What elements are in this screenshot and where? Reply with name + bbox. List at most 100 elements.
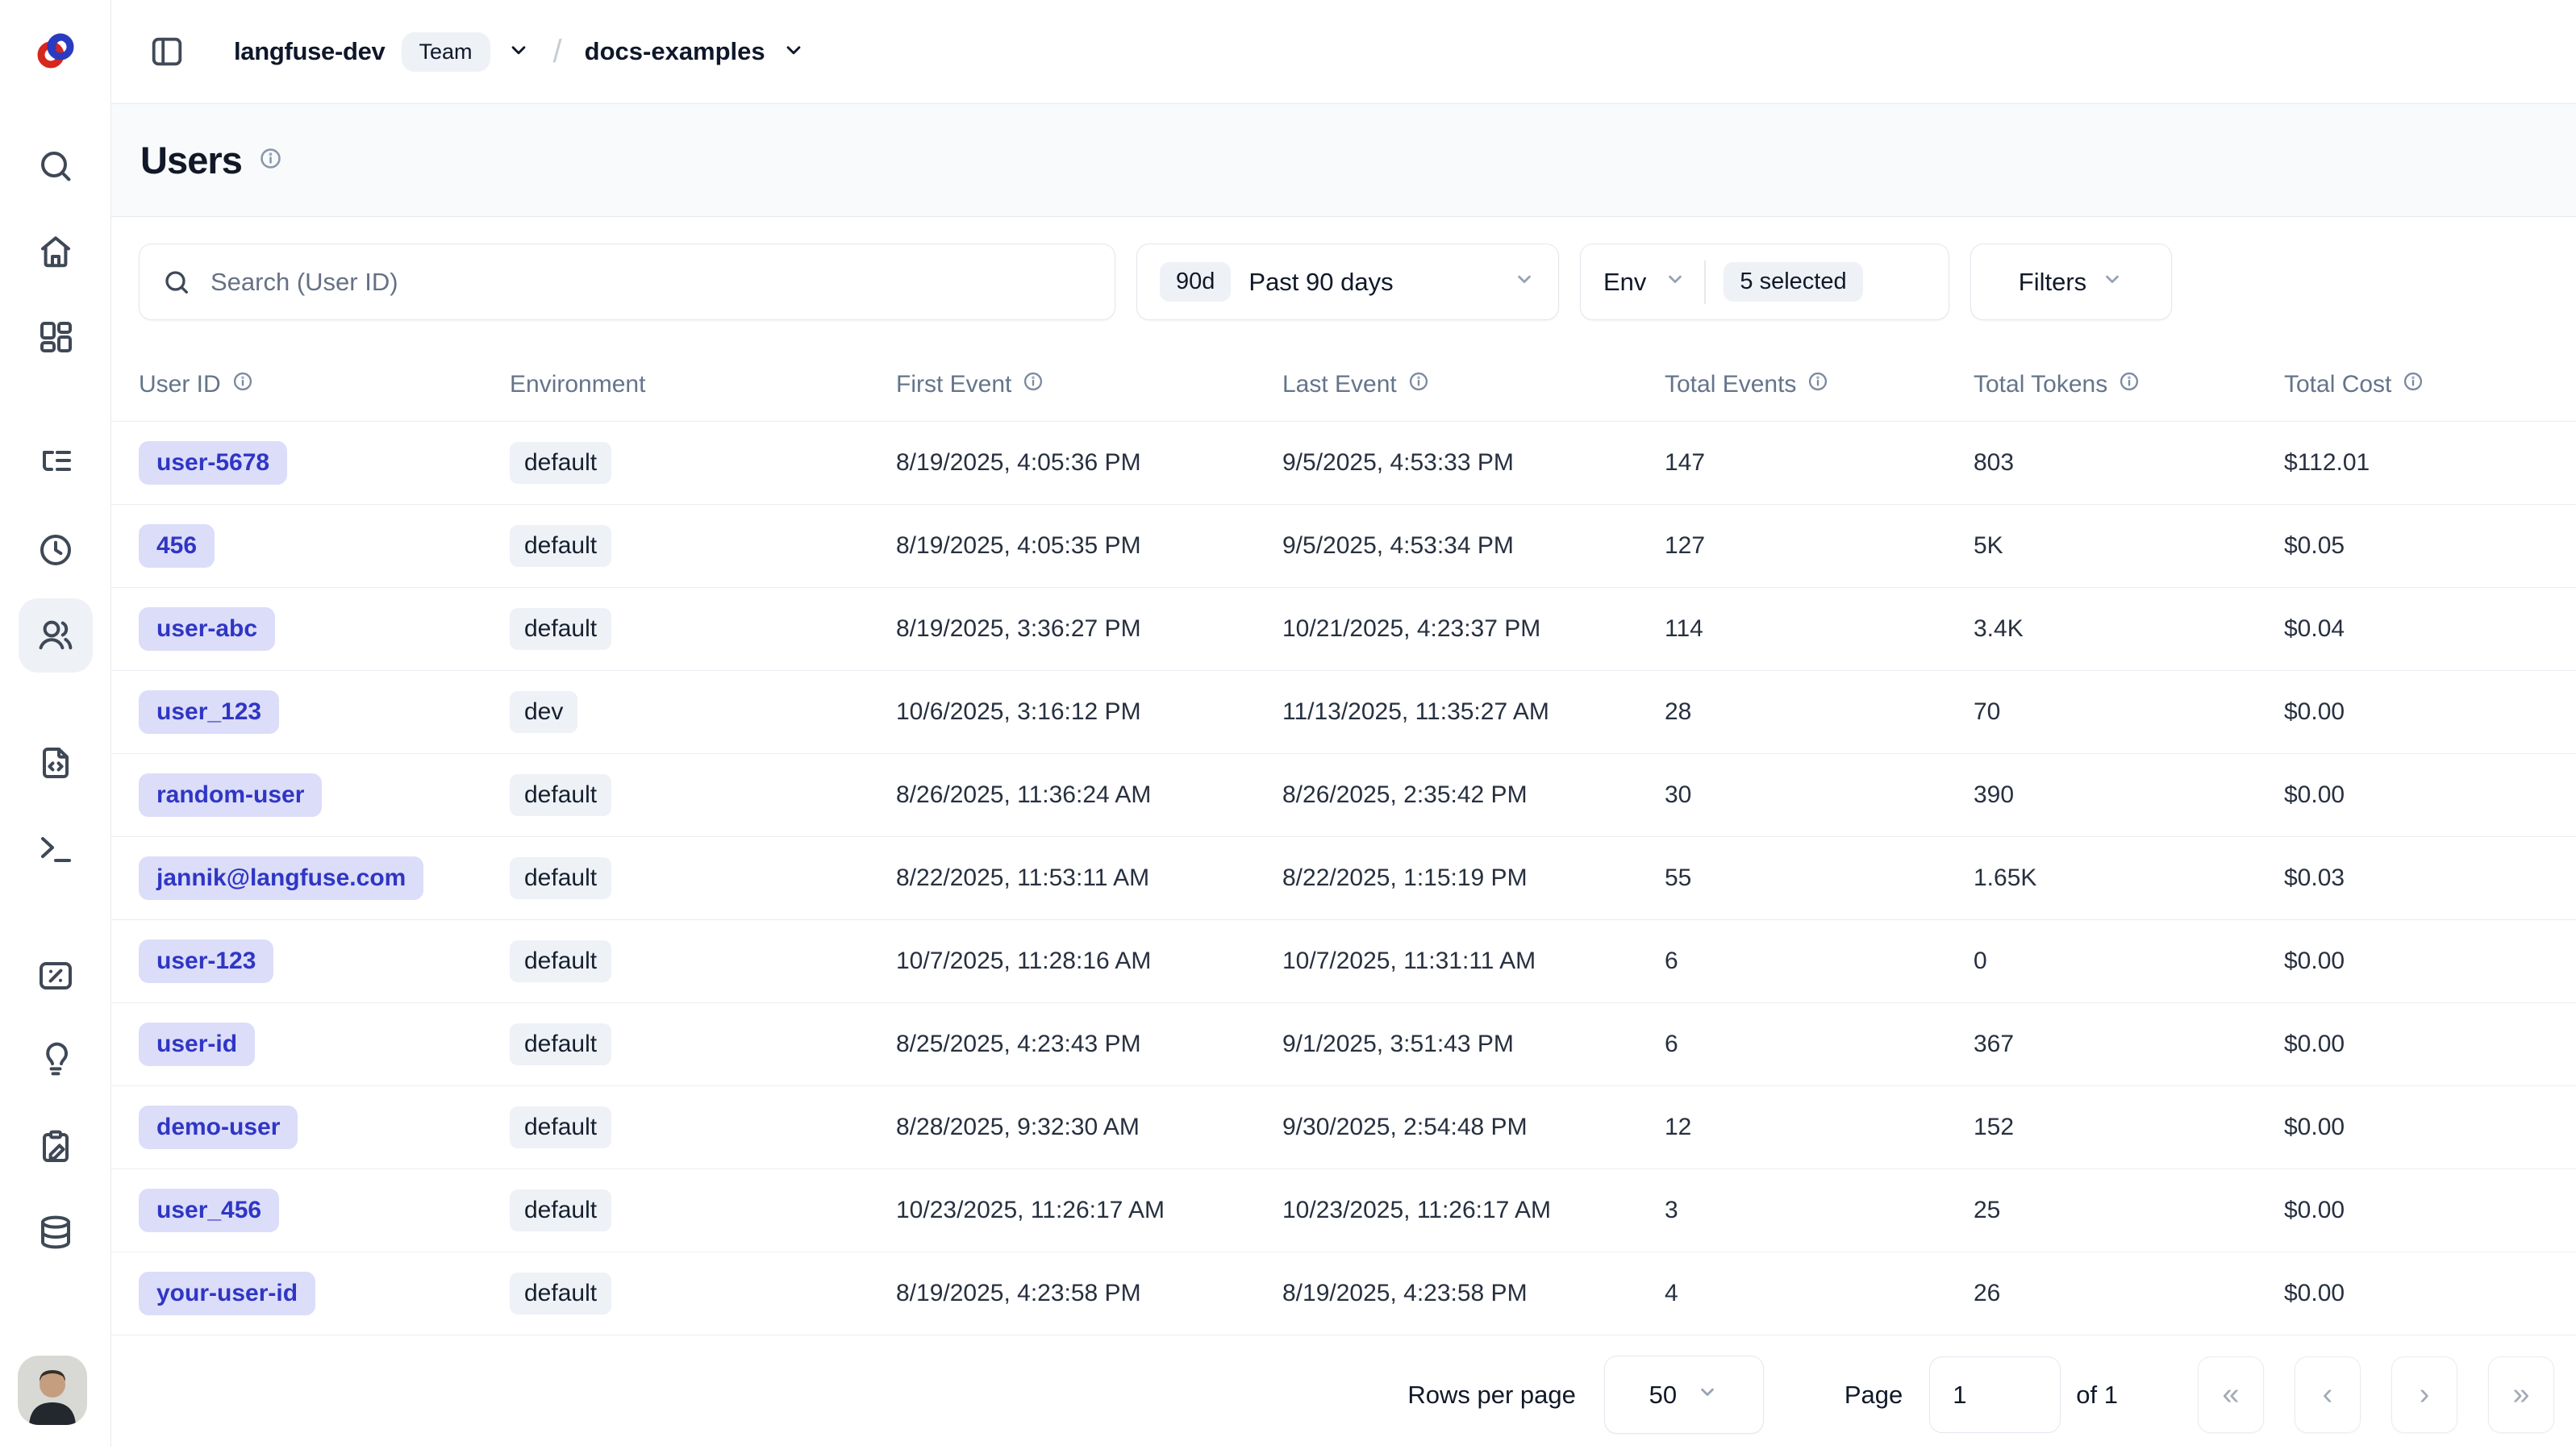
table-row[interactable]: user-id default 8/25/2025, 4:23:43 PM 9/… bbox=[111, 1003, 2576, 1086]
sidebar-item-datasets-database[interactable] bbox=[19, 1195, 93, 1269]
sidebar-item-playground-terminal[interactable] bbox=[19, 811, 93, 885]
sidebar-nav bbox=[19, 129, 93, 1269]
user-id-badge[interactable]: user-5678 bbox=[139, 441, 287, 485]
table-row[interactable]: random-user default 8/26/2025, 11:36:24 … bbox=[111, 754, 2576, 837]
environment-filter-button[interactable]: Env 5 selected bbox=[1580, 244, 1949, 320]
user-id-badge[interactable]: 456 bbox=[139, 524, 215, 568]
toolbar: 90d Past 90 days Env 5 selected Filters bbox=[139, 244, 2576, 320]
table-row[interactable]: user_123 dev 10/6/2025, 3:16:12 PM 11/13… bbox=[111, 671, 2576, 754]
sidebar-item-annotation-clipboard[interactable] bbox=[19, 1110, 93, 1184]
sidebar-item-tracing-tree[interactable] bbox=[19, 427, 93, 502]
first-page-button[interactable]: « bbox=[2198, 1356, 2264, 1433]
total-tokens-cell: 25 bbox=[1974, 1197, 2284, 1224]
total-events-cell: 6 bbox=[1665, 1031, 1974, 1058]
total-events-cell: 28 bbox=[1665, 698, 1974, 726]
total-events-cell: 30 bbox=[1665, 781, 1974, 809]
sidebar-item-search[interactable] bbox=[19, 129, 93, 203]
date-range-button[interactable]: 90d Past 90 days bbox=[1136, 244, 1559, 320]
breadcrumb-separator: / bbox=[553, 34, 562, 70]
panel-left-icon bbox=[148, 33, 185, 70]
sidebar-item-home[interactable] bbox=[19, 215, 93, 289]
table-row[interactable]: 456 default 8/19/2025, 4:05:35 PM 9/5/20… bbox=[111, 505, 2576, 588]
column-label: Environment bbox=[510, 371, 645, 398]
column-info-icon[interactable] bbox=[231, 370, 254, 399]
user-id-badge[interactable]: user_123 bbox=[139, 690, 279, 734]
user-id-badge[interactable]: user-abc bbox=[139, 607, 275, 651]
project-name[interactable]: docs-examples bbox=[585, 37, 765, 66]
total-tokens-cell: 70 bbox=[1974, 698, 2284, 726]
column-header-first-event: First Event bbox=[896, 370, 1282, 399]
next-page-button[interactable]: › bbox=[2391, 1356, 2457, 1433]
table-row[interactable]: user-123 default 10/7/2025, 11:28:16 AM … bbox=[111, 920, 2576, 1003]
annotation-clipboard-icon bbox=[36, 1127, 75, 1166]
table-row[interactable]: user_456 default 10/23/2025, 11:26:17 AM… bbox=[111, 1169, 2576, 1252]
user-id-badge[interactable]: jannik@langfuse.com bbox=[139, 856, 423, 900]
user-avatar[interactable] bbox=[18, 1356, 87, 1425]
chevron-down-icon bbox=[506, 38, 531, 62]
sidebar-item-insights-lightbulb[interactable] bbox=[19, 1024, 93, 1098]
user-id-badge[interactable]: user-id bbox=[139, 1023, 255, 1066]
sessions-clock-icon bbox=[36, 531, 75, 569]
user-id-badge[interactable]: user-123 bbox=[139, 939, 273, 983]
column-info-icon[interactable] bbox=[1022, 370, 1044, 399]
user-id-badge[interactable]: random-user bbox=[139, 773, 322, 817]
table-row[interactable]: user-abc default 8/19/2025, 3:36:27 PM 1… bbox=[111, 588, 2576, 671]
total-cost-cell: $112.01 bbox=[2284, 449, 2576, 477]
page-header: Users bbox=[111, 104, 2576, 217]
table-row[interactable]: jannik@langfuse.com default 8/22/2025, 1… bbox=[111, 837, 2576, 920]
total-cost-cell: $0.00 bbox=[2284, 698, 2576, 726]
rows-per-page-select[interactable]: 50 bbox=[1604, 1356, 1764, 1434]
column-info-icon[interactable] bbox=[1407, 370, 1430, 399]
filters-label: Filters bbox=[2019, 268, 2086, 297]
total-cost-cell: $0.00 bbox=[2284, 948, 2576, 975]
date-range-shortcut-badge: 90d bbox=[1160, 262, 1231, 302]
langfuse-logo[interactable] bbox=[32, 27, 79, 78]
environment-badge: dev bbox=[510, 691, 577, 733]
pagination-buttons: « ‹ › » bbox=[2198, 1356, 2554, 1433]
org-name[interactable]: langfuse-dev bbox=[234, 37, 386, 66]
sidebar-item-sessions-clock[interactable] bbox=[19, 513, 93, 587]
sidebar-toggle-button[interactable] bbox=[148, 33, 185, 70]
search-input[interactable] bbox=[209, 267, 1092, 298]
user-id-badge[interactable]: user_456 bbox=[139, 1189, 279, 1232]
sidebar-item-prompts-file-code[interactable] bbox=[19, 726, 93, 800]
page-number-input[interactable] bbox=[1929, 1356, 2061, 1433]
page-title: Users bbox=[140, 138, 242, 182]
last-event-cell: 9/30/2025, 2:54:48 PM bbox=[1282, 1114, 1665, 1141]
environment-badge: default bbox=[510, 525, 611, 567]
org-switcher-button[interactable] bbox=[506, 38, 531, 66]
first-event-cell: 10/7/2025, 11:28:16 AM bbox=[896, 948, 1282, 975]
table-row[interactable]: user-5678 default 8/19/2025, 4:05:36 PM … bbox=[111, 422, 2576, 505]
page-count-label: of 1 bbox=[2076, 1381, 2118, 1410]
column-info-icon[interactable] bbox=[2402, 370, 2424, 399]
content: 90d Past 90 days Env 5 selected Filters bbox=[111, 217, 2576, 1447]
last-event-cell: 11/13/2025, 11:35:27 AM bbox=[1282, 698, 1665, 726]
table-row[interactable]: your-user-id default 8/19/2025, 4:23:58 … bbox=[111, 1252, 2576, 1335]
total-cost-cell: $0.03 bbox=[2284, 864, 2576, 892]
breadcrumb: langfuse-dev Team / docs-examples bbox=[234, 32, 806, 72]
page-info-icon[interactable] bbox=[258, 146, 283, 175]
filters-button[interactable]: Filters bbox=[1970, 244, 2172, 320]
environment-badge: default bbox=[510, 774, 611, 816]
column-info-icon[interactable] bbox=[2118, 370, 2140, 399]
first-event-cell: 10/6/2025, 3:16:12 PM bbox=[896, 698, 1282, 726]
last-event-cell: 9/5/2025, 4:53:34 PM bbox=[1282, 532, 1665, 560]
user-id-badge[interactable]: demo-user bbox=[139, 1106, 298, 1149]
total-events-cell: 12 bbox=[1665, 1114, 1974, 1141]
sidebar-item-dashboard-grid[interactable] bbox=[19, 300, 93, 374]
org-type-badge: Team bbox=[402, 32, 490, 72]
project-switcher-button[interactable] bbox=[782, 38, 806, 66]
total-cost-cell: $0.04 bbox=[2284, 615, 2576, 643]
user-id-badge[interactable]: your-user-id bbox=[139, 1272, 315, 1315]
chevron-down-icon bbox=[1513, 268, 1536, 297]
table-row[interactable]: demo-user default 8/28/2025, 9:32:30 AM … bbox=[111, 1086, 2576, 1169]
total-events-cell: 4 bbox=[1665, 1280, 1974, 1307]
total-tokens-cell: 803 bbox=[1974, 449, 2284, 477]
env-label: Env bbox=[1603, 268, 1646, 297]
last-page-button[interactable]: » bbox=[2488, 1356, 2554, 1433]
prev-page-button[interactable]: ‹ bbox=[2295, 1356, 2361, 1433]
sidebar-item-evaluation-percent[interactable] bbox=[19, 939, 93, 1013]
sidebar-item-users[interactable] bbox=[19, 598, 93, 673]
column-info-icon[interactable] bbox=[1807, 370, 1829, 399]
search-icon bbox=[162, 268, 191, 297]
